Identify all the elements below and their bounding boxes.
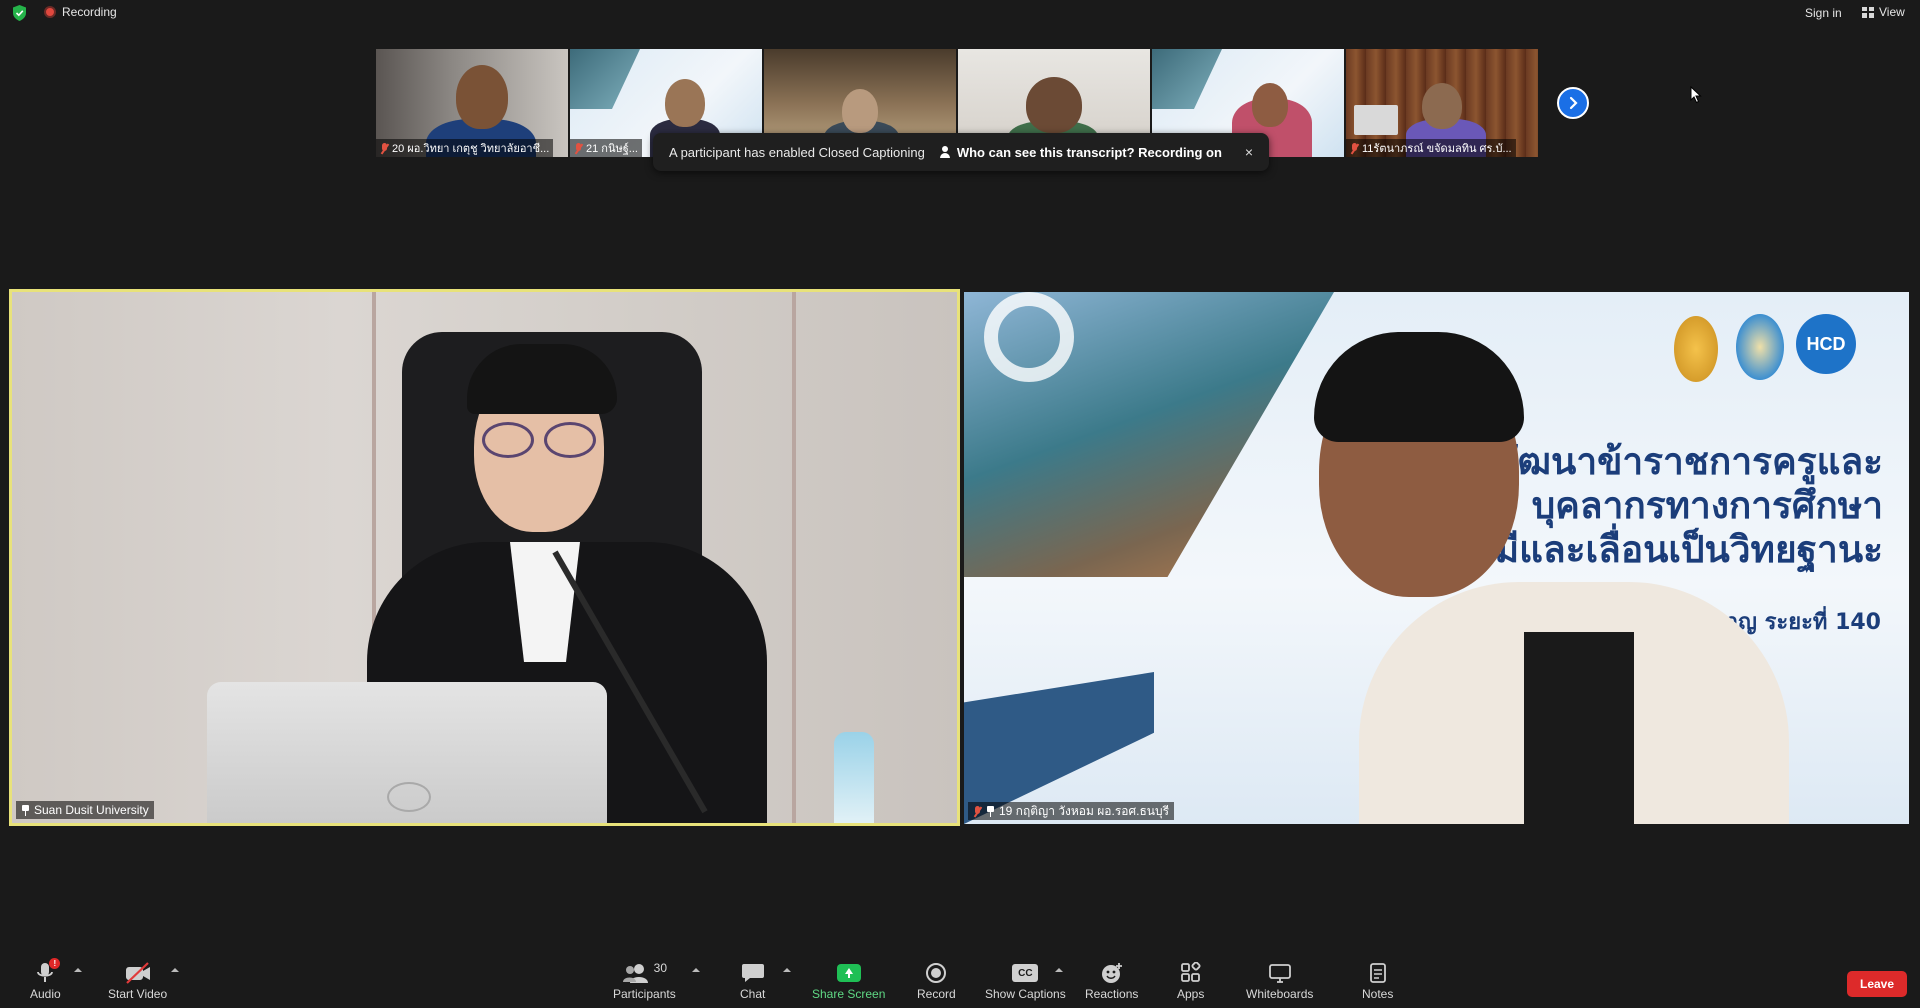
closed-captions-icon: CC: [1012, 964, 1039, 982]
transcript-info-link[interactable]: Who can see this transcript? Recording o…: [939, 145, 1222, 160]
next-page-button[interactable]: [1557, 87, 1589, 119]
captions-options-caret-icon[interactable]: [1055, 968, 1063, 972]
chat-options-caret-icon[interactable]: [783, 968, 791, 972]
video-name-tag: 19 กฤติญา วังหอม ผอ.รอศ.ธนบุรี: [968, 802, 1175, 820]
hcd-logo: HCD: [1796, 314, 1856, 374]
active-speaker-video[interactable]: Suan Dusit University: [9, 289, 960, 826]
participants-options-caret-icon[interactable]: [692, 968, 700, 972]
audio-button[interactable]: ! Audio: [30, 958, 61, 1001]
view-label: View: [1879, 5, 1905, 19]
notification-message: A participant has enabled Closed Caption…: [669, 144, 925, 160]
mouse-cursor-icon: [1690, 86, 1702, 104]
sign-in-button[interactable]: Sign in: [1805, 6, 1842, 20]
participant-video[interactable]: HCD การพัฒนาข้าราชการครูและ บุคลากรทางกา…: [964, 292, 1909, 824]
share-screen-button[interactable]: Share Screen: [812, 962, 885, 1001]
apps-button[interactable]: Apps: [1177, 962, 1204, 1001]
mic-muted-icon: [1350, 142, 1359, 154]
show-captions-button[interactable]: CC Show Captions: [985, 962, 1066, 1001]
chat-icon: [741, 964, 764, 982]
participant-thumbnail[interactable]: 11รัตนาภรณ์ ขจัดมลทิน ศร.บั...: [1346, 49, 1538, 157]
whiteboards-button[interactable]: Whiteboards: [1246, 962, 1313, 1001]
reactions-button[interactable]: Reactions: [1085, 962, 1138, 1001]
audio-warning-badge: !: [49, 958, 61, 969]
video-options-caret-icon[interactable]: [171, 968, 179, 972]
participants-count: 30: [653, 961, 668, 975]
recording-label: Recording: [62, 5, 117, 19]
chat-button[interactable]: Chat: [740, 962, 765, 1001]
meeting-toolbar: ! Audio Start Video 30 Participants Chat…: [0, 952, 1920, 1008]
notes-icon: [1369, 963, 1386, 983]
mic-muted-icon: [574, 142, 583, 154]
notes-button[interactable]: Notes: [1362, 962, 1393, 1001]
top-bar: Recording Sign in View: [0, 0, 1920, 26]
pin-icon: [986, 805, 995, 817]
participants-icon: [622, 964, 648, 983]
transcript-info-text: Who can see this transcript? Recording o…: [956, 144, 1222, 160]
thumbnail-name-tag: 21 กนิษฐ์...: [570, 139, 642, 157]
leave-button[interactable]: Leave: [1847, 971, 1907, 997]
reactions-icon: [1101, 963, 1122, 983]
pin-icon: [21, 804, 30, 816]
whiteboard-icon: [1268, 964, 1291, 983]
participant-thumbnail[interactable]: 20 ผอ.วิทยา เกตุชู วิทยาลัยอาชี...: [376, 49, 568, 157]
video-off-icon: [125, 962, 150, 984]
captioning-notification: A participant has enabled Closed Caption…: [653, 133, 1269, 171]
record-button[interactable]: Record: [917, 962, 956, 1001]
slide-title-line-2: บุคลากรทางการศึกษา: [1531, 484, 1883, 527]
chevron-right-icon: [1569, 96, 1578, 110]
video-name-tag: Suan Dusit University: [16, 801, 154, 819]
share-screen-icon: [836, 964, 861, 982]
shield-icon[interactable]: [12, 5, 27, 21]
mic-muted-icon: [380, 142, 389, 154]
apps-icon: [1180, 962, 1201, 982]
audio-options-caret-icon[interactable]: [74, 968, 82, 972]
view-button[interactable]: View: [1862, 5, 1905, 19]
recording-indicator[interactable]: Recording: [44, 5, 117, 19]
person-icon: [939, 146, 951, 158]
close-notification-button[interactable]: ×: [1245, 144, 1253, 160]
thumbnail-name-tag: 11รัตนาภรณ์ ขจัดมลทิน ศร.บั...: [1346, 139, 1516, 157]
record-icon: [926, 963, 947, 983]
participants-button[interactable]: 30 Participants: [613, 961, 676, 1001]
start-video-button[interactable]: Start Video: [108, 962, 167, 1001]
mic-muted-icon: [973, 805, 982, 817]
grid-view-icon: [1862, 6, 1874, 18]
recording-dot-icon: [44, 6, 56, 18]
thumbnail-name-tag: 20 ผอ.วิทยา เกตุชู วิทยาลัยอาชี...: [376, 139, 554, 157]
